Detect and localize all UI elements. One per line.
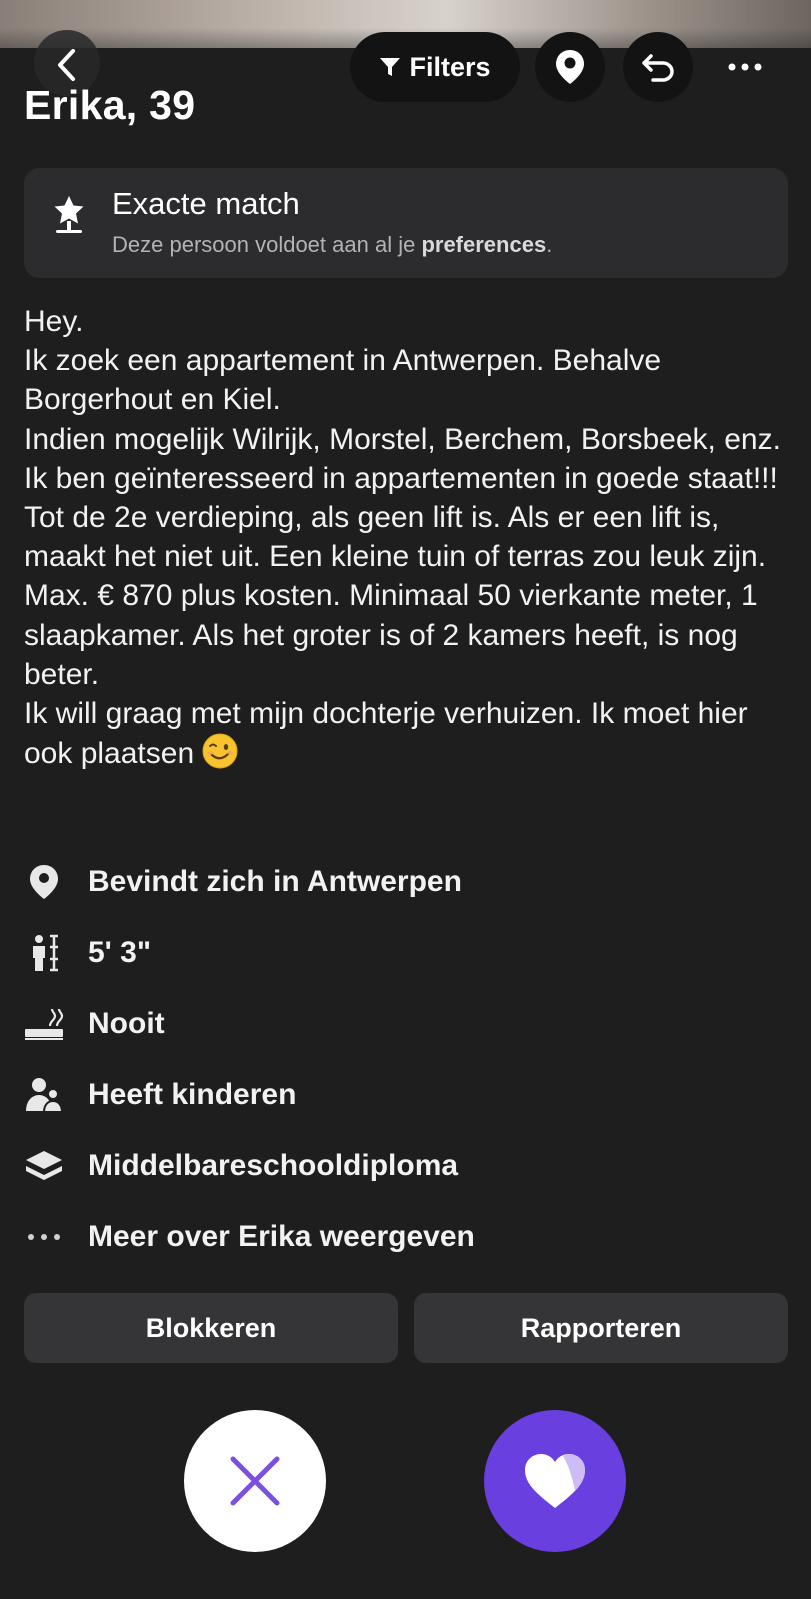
heart-icon (525, 1454, 585, 1508)
children-icon (26, 1077, 63, 1113)
exact-match-subtitle: Deze persoon voldoet aan al je preferenc… (112, 232, 553, 257)
detail-height-text: 5' 3" (88, 935, 152, 969)
detail-education: Middelbareschooldiploma (24, 1130, 475, 1201)
education-icon (26, 1150, 62, 1180)
location-pin-icon (30, 864, 58, 899)
show-more-about-text[interactable]: Meer over Erika weergeven (88, 1220, 475, 1254)
block-button[interactable]: Blokkeren (24, 1293, 398, 1363)
detail-location-text: Bevindt zich in Antwerpen (88, 864, 462, 898)
show-more-about-link[interactable]: Meer over Erika weergeven (24, 1201, 475, 1272)
detail-smoking-text: Nooit (88, 1006, 165, 1040)
pass-button[interactable] (184, 1410, 326, 1552)
report-button[interactable]: Rapporteren (414, 1293, 788, 1363)
location-button[interactable] (535, 32, 605, 102)
more-horizontal-icon (28, 1233, 60, 1240)
detail-children: Heeft kinderen (24, 1059, 475, 1130)
chevron-left-icon (58, 49, 75, 81)
detail-education-text: Middelbareschooldiploma (88, 1148, 459, 1182)
bio-text: Hey. Ik zoek een appartement in Antwerpe… (24, 305, 781, 771)
undo-button[interactable] (623, 32, 693, 102)
more-options-button[interactable] (720, 50, 770, 84)
detail-children-text: Heeft kinderen (88, 1077, 297, 1111)
exact-match-card: Exacte match Deze persoon voldoet aan al… (24, 168, 788, 278)
detail-height: 5' 3" (24, 917, 475, 988)
profile-name-age: Erika, 39 (24, 82, 196, 128)
undo-icon (642, 54, 674, 82)
filters-label: Filters (409, 51, 491, 82)
winking-face-emoji (202, 733, 238, 769)
location-pin-icon (556, 50, 584, 84)
more-horizontal-icon (728, 63, 762, 71)
profile-details-list: Bevindt zich in Antwerpen 5' 3" Nooit He… (24, 846, 475, 1272)
filters-button[interactable]: Filters (350, 32, 520, 102)
detail-location: Bevindt zich in Antwerpen (24, 846, 475, 917)
close-icon (230, 1456, 280, 1506)
star-badge-icon (54, 196, 84, 233)
like-button[interactable] (484, 1410, 626, 1552)
profile-bio: Hey. Ik zoek een appartement in Antwerpe… (24, 302, 794, 773)
height-icon (33, 934, 58, 971)
exact-match-title: Exacte match (112, 186, 300, 221)
moderation-actions: Blokkeren Rapporteren (24, 1293, 788, 1363)
filter-icon (380, 58, 401, 76)
smoking-icon (25, 1008, 64, 1040)
detail-smoking: Nooit (24, 988, 475, 1059)
